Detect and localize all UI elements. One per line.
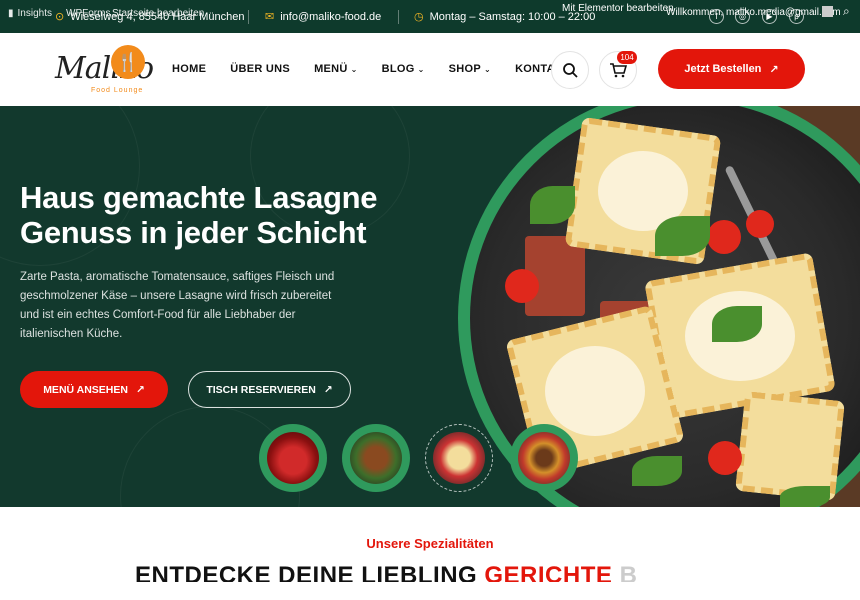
pinterest-icon[interactable]: p <box>789 9 804 24</box>
nav-item-blog[interactable]: BLOG ⌄ <box>382 63 425 75</box>
specials-label: Unsere Spezialitäten <box>366 536 494 551</box>
mail-icon: ✉ <box>265 11 275 23</box>
hero-description: Zarte Pasta, aromatische Tomatensauce, s… <box>20 271 335 340</box>
nav-item-shop[interactable]: SHOP ⌄ <box>449 63 491 75</box>
admin-search-icon[interactable]: ⌕ <box>843 4 850 19</box>
reserve-table-button[interactable]: TISCH RESERVIEREN ↗ <box>188 371 351 408</box>
email-text[interactable]: info@maliko-food.de <box>280 11 381 23</box>
location-pin-icon: ⊙ <box>55 11 65 23</box>
burger-thumbnail <box>518 432 570 484</box>
cutlery-icon: 🍴 <box>111 45 145 79</box>
thumbnail-ravioli[interactable] <box>425 424 493 492</box>
divider <box>248 10 249 24</box>
chevron-down-icon: ⌄ <box>484 64 492 74</box>
email-item[interactable]: ✉ info@maliko-food.de <box>265 10 381 24</box>
cake-thumbnail <box>267 432 319 484</box>
instagram-icon[interactable]: ◎ <box>735 9 750 24</box>
admin-insights-link[interactable]: ▮ Insights <box>8 8 52 19</box>
admin-elementor-link[interactable]: Mit Elementor bearbeiten <box>562 3 674 14</box>
tomato-image <box>746 210 774 238</box>
ravioli-image <box>735 391 845 501</box>
order-now-button[interactable]: Jetzt Bestellen ↗ <box>658 49 805 89</box>
search-button[interactable] <box>551 51 589 89</box>
basil-leaf-image <box>712 306 762 342</box>
thumbnail-burger[interactable] <box>510 424 578 492</box>
search-icon <box>563 63 578 78</box>
basil-leaf-image <box>632 456 682 486</box>
specials-title: ENTDECKE DEINE LIEBLING GERICHTE B <box>135 562 638 582</box>
facebook-icon[interactable]: f <box>709 9 724 24</box>
view-menu-button[interactable]: MENÜ ANSEHEN ↗ <box>20 371 168 408</box>
thumbnail-skewer[interactable] <box>342 424 410 492</box>
cart-count-badge: 104 <box>617 51 637 64</box>
admin-welcome-text[interactable]: Willkommen, maliko.media@gmail.com <box>666 7 841 18</box>
tomato-image <box>505 269 539 303</box>
arrow-up-right-icon: ↗ <box>135 383 145 396</box>
chevron-down-icon: ⌄ <box>417 64 425 74</box>
address-text: Wieselweg 4, 85540 Haar München <box>70 10 245 23</box>
tomato-image <box>708 441 742 475</box>
site-header: Maliko 🍴 Food Lounge HOME ÜBER UNS MENÜ ⌄… <box>0 33 860 106</box>
nav-item-menu[interactable]: MENÜ ⌄ <box>314 63 358 75</box>
arrow-up-right-icon: ↗ <box>769 63 779 76</box>
hero-section: Haus gemachte Lasagne Genuss in jeder Sc… <box>0 106 860 507</box>
tomato-image <box>707 220 741 254</box>
youtube-icon[interactable]: ▶ <box>762 9 777 24</box>
ravioli-filling <box>545 346 645 436</box>
nav-item-ueber-uns[interactable]: ÜBER UNS <box>230 63 290 75</box>
admin-avatar[interactable] <box>822 6 833 17</box>
top-bar: ▮ Insights WPForms Startseite bearbeiten… <box>0 0 860 33</box>
site-logo[interactable]: Maliko 🍴 Food Lounge <box>55 43 155 99</box>
skewer-thumbnail <box>350 432 402 484</box>
divider <box>398 10 399 24</box>
main-nav: HOME ÜBER UNS MENÜ ⌄ BLOG ⌄ SHOP ⌄ KONTAKT <box>172 63 570 75</box>
logo-subtitle: Food Lounge <box>91 87 144 94</box>
ravioli-thumbnail <box>433 432 485 484</box>
basil-leaf-image <box>780 486 830 507</box>
hero-title: Haus gemachte Lasagne Genuss in jeder Sc… <box>20 180 378 250</box>
chevron-down-icon: ⌄ <box>350 64 358 74</box>
basil-leaf-image <box>655 216 710 256</box>
clock-icon: ◷ <box>414 11 424 23</box>
address-item: ⊙ Wieselweg 4, 85540 Haar München <box>55 10 245 24</box>
bar-chart-icon: ▮ <box>8 8 14 19</box>
thumbnail-cake[interactable] <box>259 424 327 492</box>
basil-leaf-image <box>530 186 575 224</box>
arrow-up-right-icon: ↗ <box>323 383 333 396</box>
nav-item-home[interactable]: HOME <box>172 63 206 75</box>
cart-icon <box>610 63 627 78</box>
